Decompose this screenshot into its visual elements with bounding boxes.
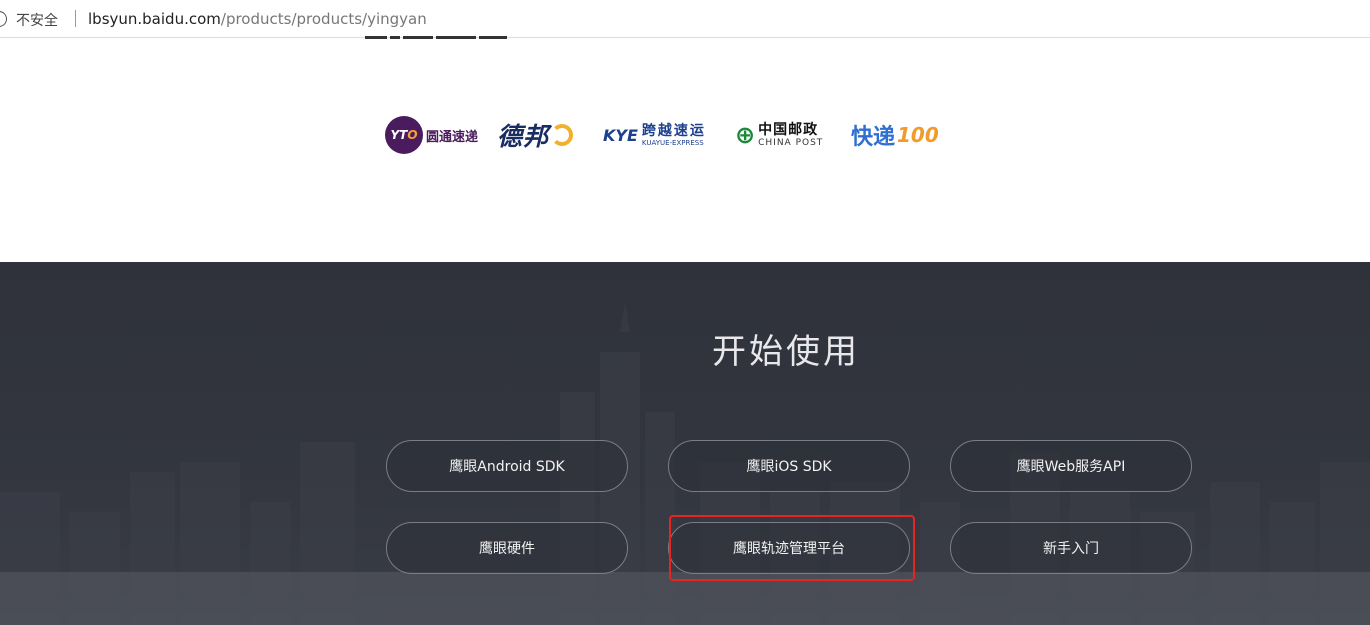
getting-started-button[interactable]: 新手入门 <box>950 522 1192 574</box>
cut-off-text <box>365 34 515 42</box>
kye-logo-cn: 跨越速运 <box>641 122 706 139</box>
china-post-icon: ⊕ <box>735 121 756 149</box>
divider <box>75 10 76 27</box>
kye-logo-mark: KYE <box>603 125 638 145</box>
red-highlight-box <box>669 515 915 581</box>
china-post-cn: 中国邮政 <box>758 121 819 138</box>
yto-logo-mark: YT O <box>385 116 423 154</box>
kuaidi100-logo: 快递 100 <box>851 110 939 160</box>
android-sdk-button[interactable]: 鹰眼Android SDK <box>386 440 628 492</box>
get-started-heading: 开始使用 <box>712 332 860 372</box>
kuaidi100-cn: 快递 <box>851 125 896 150</box>
hardware-button[interactable]: 鹰眼硬件 <box>386 522 628 574</box>
kuaidi100-num: 100 <box>897 123 939 147</box>
china-post-en: CHINA POST <box>758 137 824 148</box>
url-path: /products/products/yingyan <box>220 10 427 28</box>
kye-logo: KYE 跨越速运 KUAYUE-EXPRESS <box>603 110 706 160</box>
yto-logo-text: 圆通速递 <box>426 129 479 145</box>
url-host: lbsyun.baidu.com <box>88 10 221 28</box>
deppon-logo-icon <box>551 124 574 146</box>
china-post-logo: ⊕ 中国邮政 CHINA POST <box>735 110 823 160</box>
kye-logo-en: KUAYUE-EXPRESS <box>641 138 704 147</box>
url-text[interactable]: lbsyun.baidu.com/products/products/yingy… <box>88 10 427 28</box>
deppon-logo-text: 德邦 <box>497 122 550 151</box>
web-service-api-button[interactable]: 鹰眼Web服务API <box>950 440 1192 492</box>
yto-logo: YT O 圆通速递 <box>385 110 478 160</box>
get-started-section: 开始使用 鹰眼Android SDK 鹰眼iOS SDK 鹰眼Web服务API … <box>0 262 1370 625</box>
deppon-logo: 德邦 <box>497 110 574 160</box>
ios-sdk-button[interactable]: 鹰眼iOS SDK <box>668 440 910 492</box>
info-icon <box>0 11 7 27</box>
partner-logos: YT O 圆通速递 德邦 KYE 跨越速运 KUAYUE-EXPRESS ⊕ 中国… <box>385 110 965 160</box>
security-label: 不安全 <box>16 13 58 29</box>
address-bar[interactable]: 不安全 lbsyun.baidu.com/products/products/y… <box>0 0 1370 38</box>
